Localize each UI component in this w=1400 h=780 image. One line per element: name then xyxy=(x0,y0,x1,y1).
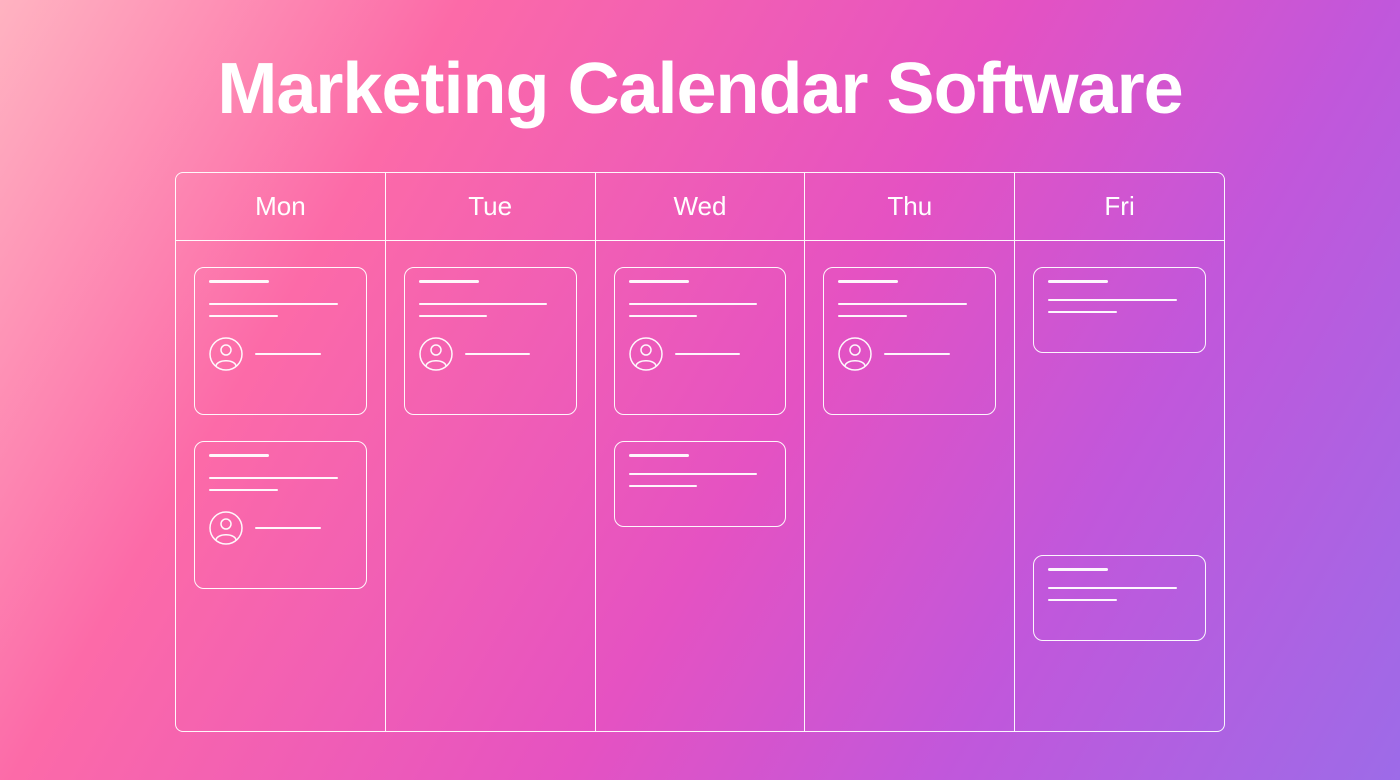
card-line-placeholder xyxy=(419,315,488,317)
card-assignee-placeholder xyxy=(255,527,321,529)
day-column-fri: Fri xyxy=(1015,173,1224,731)
card-line-placeholder xyxy=(629,473,758,475)
avatar-icon xyxy=(209,337,243,371)
day-column-thu: Thu xyxy=(805,173,1015,731)
card-assignee-placeholder xyxy=(884,353,950,355)
card-assignee-row xyxy=(209,337,352,371)
avatar-icon xyxy=(209,511,243,545)
card-assignee-row xyxy=(209,511,352,545)
card-line-placeholder xyxy=(629,485,698,487)
card-line-placeholder xyxy=(629,315,698,317)
avatar-icon xyxy=(629,337,663,371)
day-body xyxy=(805,241,1014,731)
card-title-placeholder xyxy=(209,454,269,457)
avatar-icon xyxy=(838,337,872,371)
card-line-placeholder xyxy=(209,477,338,479)
avatar-icon xyxy=(419,337,453,371)
task-card[interactable] xyxy=(404,267,577,415)
task-card[interactable] xyxy=(614,267,787,415)
day-header: Tue xyxy=(386,173,595,241)
card-title-placeholder xyxy=(1048,568,1108,571)
task-card[interactable] xyxy=(823,267,996,415)
card-assignee-row xyxy=(838,337,981,371)
day-body xyxy=(596,241,805,731)
card-title-placeholder xyxy=(838,280,898,283)
day-body xyxy=(1015,241,1224,731)
card-title-placeholder xyxy=(629,454,689,457)
card-title-placeholder xyxy=(209,280,269,283)
card-line-placeholder xyxy=(838,315,907,317)
task-card[interactable] xyxy=(194,267,367,415)
card-line-placeholder xyxy=(1048,311,1117,313)
card-line-placeholder xyxy=(629,303,758,305)
card-line-placeholder xyxy=(1048,587,1177,589)
card-line-placeholder xyxy=(838,303,967,305)
day-header: Fri xyxy=(1015,173,1224,241)
day-column-wed: Wed xyxy=(596,173,806,731)
day-body xyxy=(176,241,385,731)
page-title: Marketing Calendar Software xyxy=(217,48,1182,130)
card-assignee-row xyxy=(629,337,772,371)
card-line-placeholder xyxy=(1048,299,1177,301)
card-assignee-placeholder xyxy=(465,353,531,355)
task-card[interactable] xyxy=(614,441,787,527)
card-assignee-row xyxy=(419,337,562,371)
card-title-placeholder xyxy=(629,280,689,283)
card-line-placeholder xyxy=(1048,599,1117,601)
day-column-tue: Tue xyxy=(386,173,596,731)
day-column-mon: Mon xyxy=(176,173,386,731)
card-assignee-placeholder xyxy=(675,353,741,355)
card-assignee-placeholder xyxy=(255,353,321,355)
card-line-placeholder xyxy=(419,303,548,305)
day-body xyxy=(386,241,595,731)
day-header: Mon xyxy=(176,173,385,241)
card-title-placeholder xyxy=(1048,280,1108,283)
day-header: Thu xyxy=(805,173,1014,241)
calendar-board: Mon xyxy=(175,172,1225,732)
card-line-placeholder xyxy=(209,303,338,305)
card-title-placeholder xyxy=(419,280,479,283)
task-card[interactable] xyxy=(194,441,367,589)
task-card[interactable] xyxy=(1033,555,1206,641)
card-line-placeholder xyxy=(209,489,278,491)
card-line-placeholder xyxy=(209,315,278,317)
task-card[interactable] xyxy=(1033,267,1206,353)
day-header: Wed xyxy=(596,173,805,241)
